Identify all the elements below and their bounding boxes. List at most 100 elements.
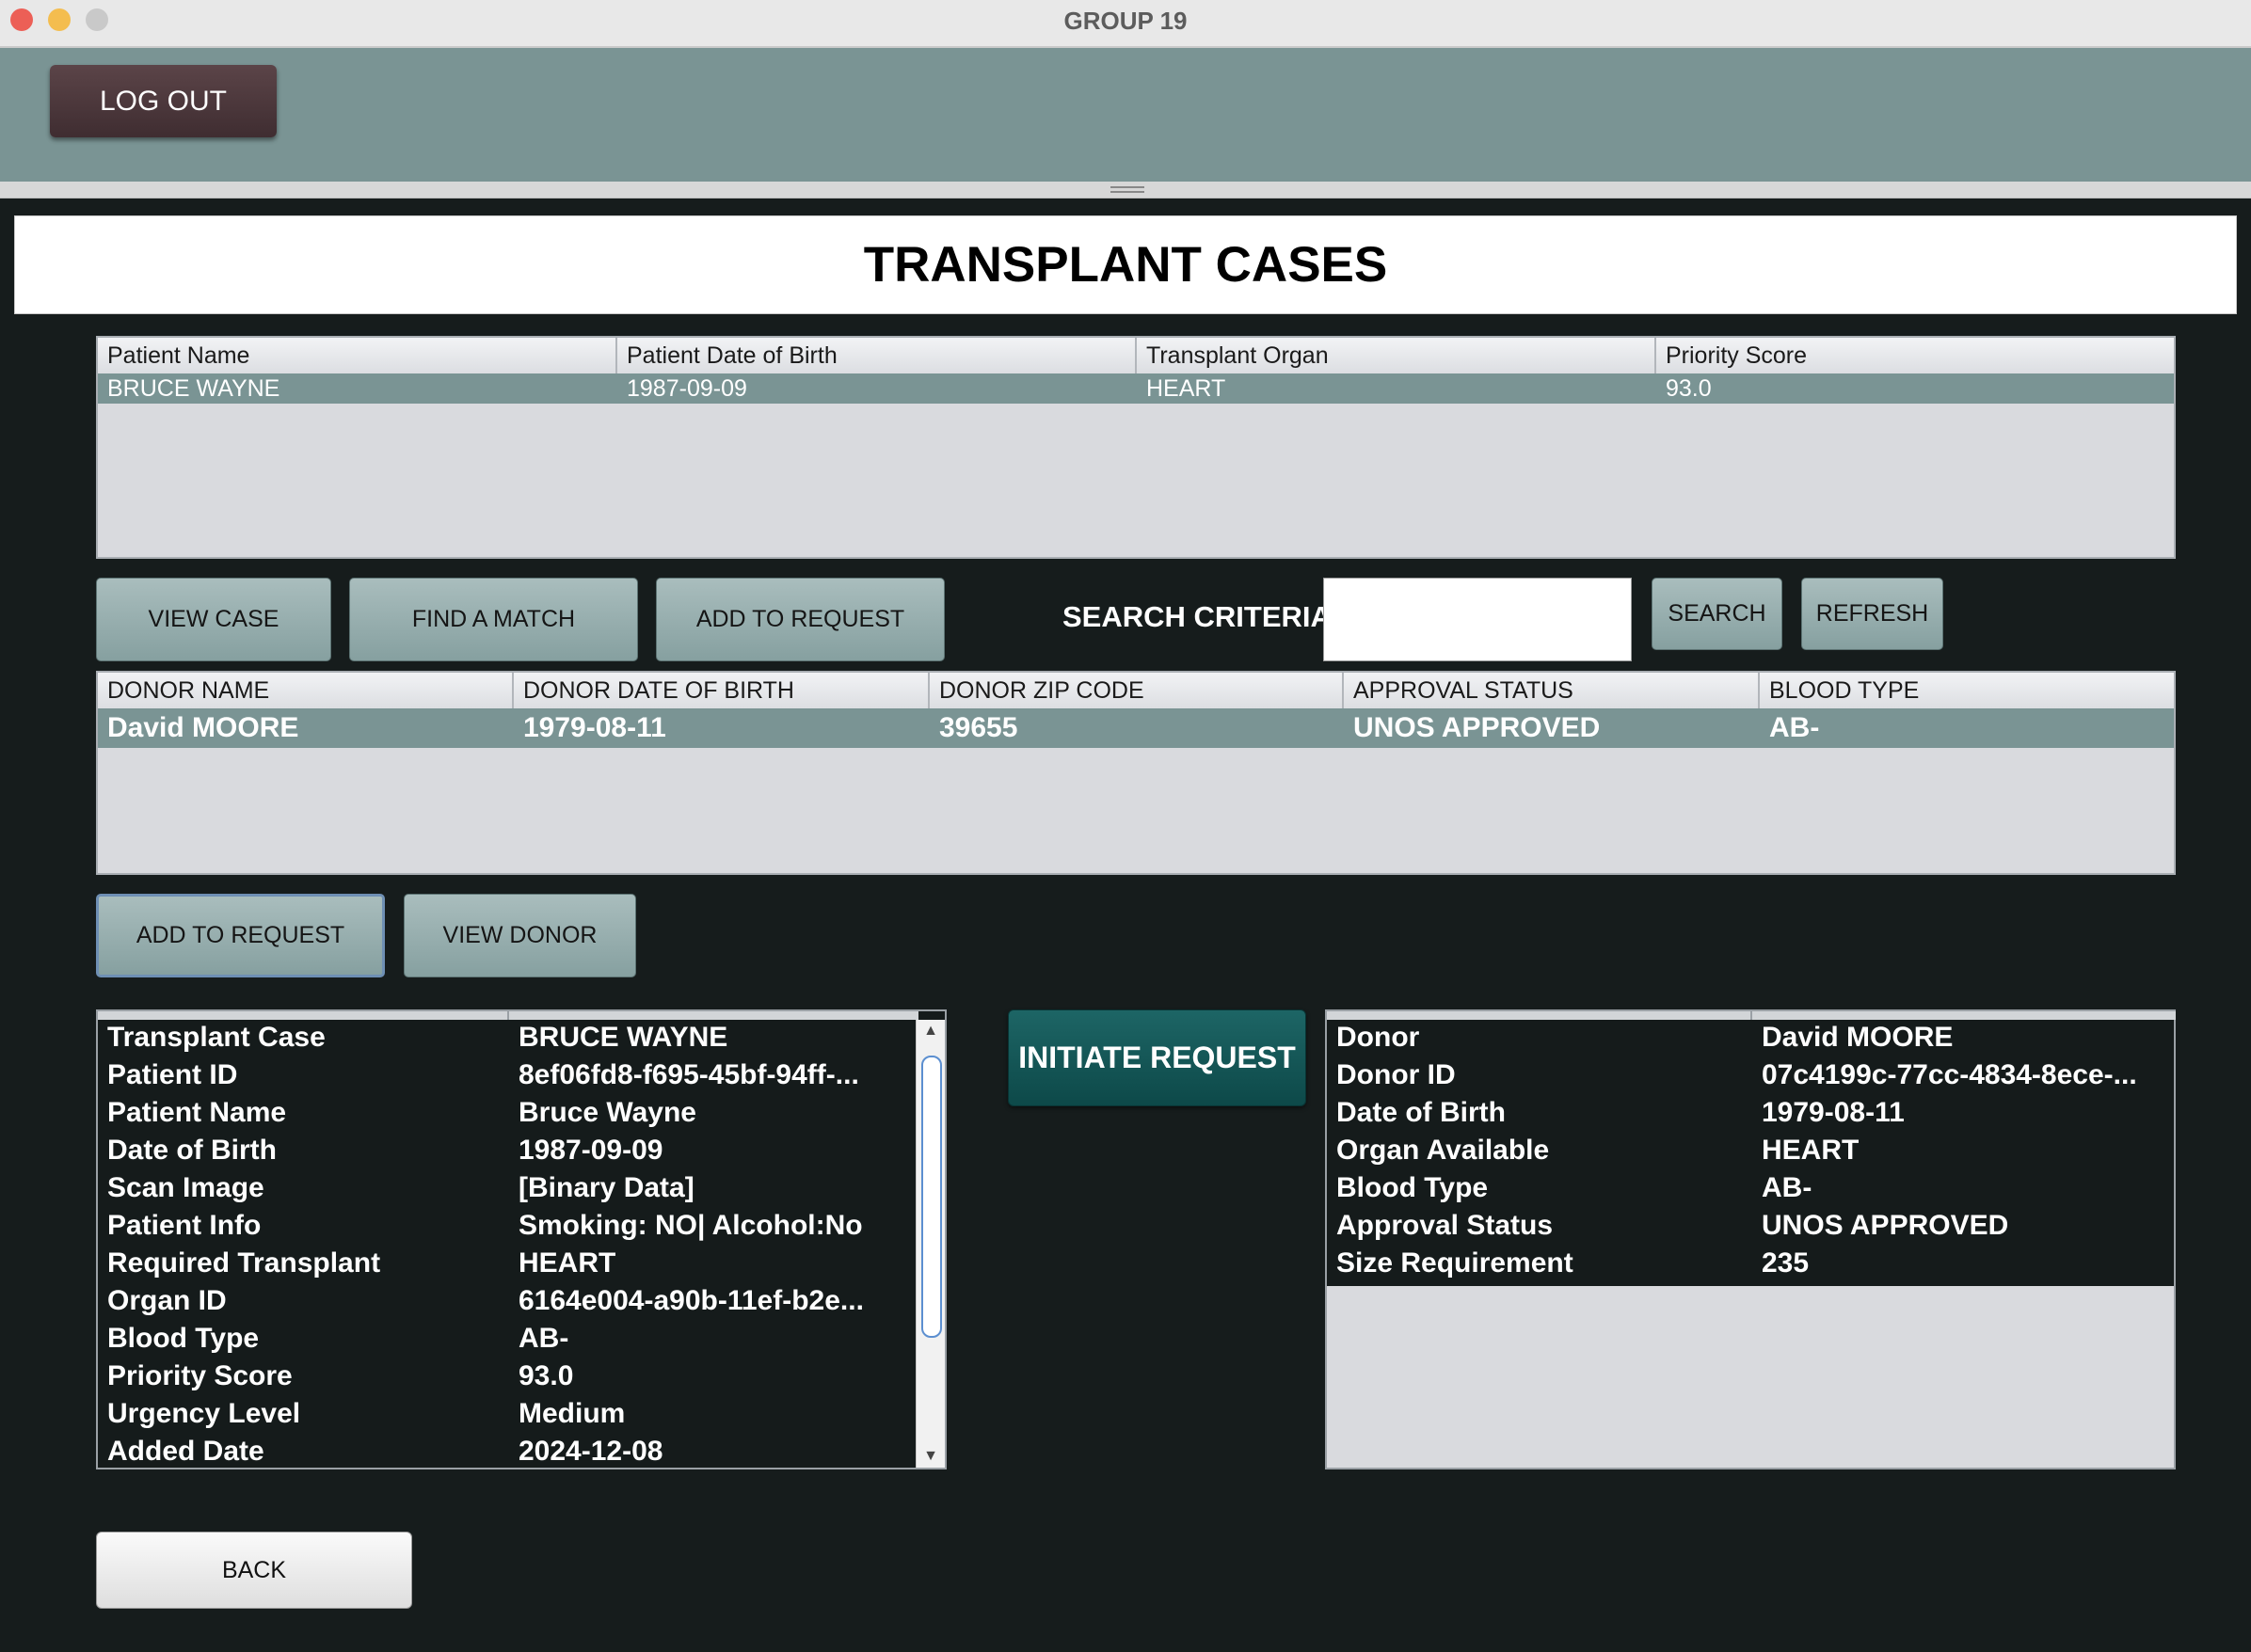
detail-key: Required Transplant — [107, 1247, 381, 1279]
detail-value: HEART — [1762, 1135, 1860, 1166]
details-header-col2 — [1752, 1011, 2176, 1020]
table-row[interactable]: BRUCE WAYNE 1987-09-09 HEART 93.0 — [98, 373, 2174, 404]
column-header-approval-status[interactable]: APPROVAL STATUS — [1344, 673, 1760, 708]
detail-row[interactable]: Organ Available HEART — [1327, 1133, 2174, 1170]
donor-table-header: DONOR NAME DONOR DATE OF BIRTH DONOR ZIP… — [98, 673, 2174, 709]
scrollbar-thumb[interactable] — [921, 1056, 942, 1338]
detail-value: Smoking: NO| Alcohol:No — [519, 1210, 863, 1241]
detail-key: Donor — [1336, 1022, 1420, 1053]
detail-value: 2024-12-08 — [519, 1436, 663, 1467]
page-title: TRANSPLANT CASES — [863, 237, 1388, 293]
column-header-blood-type[interactable]: BLOOD TYPE — [1760, 673, 2176, 708]
window-title: GROUP 19 — [1063, 7, 1188, 35]
detail-key: Scan Image — [107, 1172, 264, 1203]
detail-key: Date of Birth — [1336, 1097, 1506, 1128]
add-case-to-request-button[interactable]: ADD TO REQUEST — [656, 578, 945, 661]
detail-value: Bruce Wayne — [519, 1097, 696, 1128]
view-case-button[interactable]: VIEW CASE — [96, 578, 331, 661]
detail-value: 93.0 — [519, 1360, 574, 1391]
detail-row[interactable]: Priority Score 93.0 — [98, 1358, 945, 1396]
search-criteria-label: SEARCH CRITERIA — [1062, 600, 1332, 633]
cases-table-header: Patient Name Patient Date of Birth Trans… — [98, 338, 2174, 374]
column-header-donor-zip[interactable]: DONOR ZIP CODE — [930, 673, 1344, 708]
add-donor-to-request-button[interactable]: ADD TO REQUEST — [96, 894, 385, 977]
details-header-col2 — [509, 1011, 918, 1020]
donor-details-table[interactable]: Donor David MOORE Donor ID 07c4199c-77cc-48… — [1325, 1009, 2176, 1469]
donor-details-empty-area — [1327, 1286, 2174, 1468]
detail-row[interactable]: Patient Name Bruce Wayne — [98, 1095, 945, 1133]
detail-row[interactable]: Blood Type AB- — [1327, 1170, 2174, 1208]
cell-approval-status: UNOS APPROVED — [1353, 712, 1601, 743]
detail-value: 8ef06fd8-f695-45bf-94ff-... — [519, 1059, 859, 1090]
detail-value: 1979-08-11 — [1762, 1097, 1905, 1128]
table-row[interactable]: David MOORE 1979-08-11 39655 UNOS APPROV… — [98, 708, 2174, 748]
scroll-up-icon[interactable]: ▲ — [917, 1020, 945, 1042]
window-titlebar: GROUP 19 — [0, 0, 2251, 48]
detail-value: [Binary Data] — [519, 1172, 694, 1203]
detail-row[interactable]: Blood Type AB- — [98, 1321, 945, 1358]
case-details-scrollbar[interactable]: ▲ ▼ — [916, 1020, 945, 1468]
detail-key: Approval Status — [1336, 1210, 1554, 1241]
column-header-donor-dob[interactable]: DONOR DATE OF BIRTH — [514, 673, 930, 708]
detail-key: Organ Available — [1336, 1135, 1550, 1166]
detail-row[interactable]: Donor ID 07c4199c-77cc-4834-8ece-... — [1327, 1057, 2174, 1095]
back-button[interactable]: BACK — [96, 1532, 412, 1609]
detail-row[interactable]: Approval Status UNOS APPROVED — [1327, 1208, 2174, 1246]
donor-table[interactable]: DONOR NAME DONOR DATE OF BIRTH DONOR ZIP… — [96, 671, 2176, 875]
detail-key: Date of Birth — [107, 1135, 277, 1166]
detail-value: David MOORE — [1762, 1022, 1954, 1053]
column-header-priority-score[interactable]: Priority Score — [1656, 338, 2176, 373]
divider-grip-icon[interactable] — [1110, 186, 1144, 193]
detail-row[interactable]: Transplant Case BRUCE WAYNE — [98, 1020, 945, 1057]
detail-value: AB- — [519, 1323, 569, 1354]
column-header-donor-name[interactable]: DONOR NAME — [98, 673, 514, 708]
cases-table[interactable]: Patient Name Patient Date of Birth Trans… — [96, 336, 2176, 559]
detail-row[interactable]: Patient Info Smoking: NO| Alcohol:No — [98, 1208, 945, 1246]
detail-value: 07c4199c-77cc-4834-8ece-... — [1762, 1059, 2137, 1090]
search-input[interactable] — [1323, 578, 1632, 661]
logout-button[interactable]: LOG OUT — [50, 65, 277, 137]
detail-key: Size Requirement — [1336, 1247, 1573, 1279]
detail-row[interactable]: Size Requirement 235 — [1327, 1246, 2174, 1283]
detail-row[interactable]: Scan Image [Binary Data] — [98, 1170, 945, 1208]
column-header-patient-name[interactable]: Patient Name — [98, 338, 617, 373]
initiate-request-button[interactable]: INITIATE REQUEST — [1008, 1009, 1306, 1106]
detail-row[interactable]: Required Transplant HEART — [98, 1246, 945, 1283]
detail-key: Blood Type — [1336, 1172, 1489, 1203]
detail-value: 6164e004-a90b-11ef-b2e... — [519, 1285, 864, 1316]
detail-value: 235 — [1762, 1247, 1810, 1279]
case-details-table[interactable]: Transplant Case BRUCE WAYNE Patient ID 8ef0… — [96, 1009, 947, 1469]
detail-key: Added Date — [107, 1436, 264, 1467]
detail-key: Transplant Case — [107, 1022, 326, 1053]
column-header-transplant-organ[interactable]: Transplant Organ — [1137, 338, 1656, 373]
cell-transplant-organ: HEART — [1146, 374, 1226, 402]
cell-donor-name: David MOORE — [107, 712, 299, 743]
cell-blood-type: AB- — [1769, 712, 1820, 743]
detail-value: 1987-09-09 — [519, 1135, 663, 1166]
cell-donor-dob: 1979-08-11 — [523, 712, 666, 743]
detail-key: Patient ID — [107, 1059, 238, 1090]
column-header-patient-dob[interactable]: Patient Date of Birth — [617, 338, 1137, 373]
cell-patient-dob: 1987-09-09 — [627, 374, 747, 402]
detail-row[interactable]: Donor David MOORE — [1327, 1020, 2174, 1057]
detail-row[interactable]: Urgency Level Medium — [98, 1396, 945, 1434]
detail-value: UNOS APPROVED — [1762, 1210, 2009, 1241]
cell-donor-zip: 39655 — [939, 712, 1018, 743]
detail-value: Medium — [519, 1398, 626, 1429]
detail-row[interactable]: Patient ID 8ef06fd8-f695-45bf-94ff-... — [98, 1057, 945, 1095]
detail-row[interactable]: Organ ID 6164e004-a90b-11ef-b2e... — [98, 1283, 945, 1321]
detail-row[interactable]: Date of Birth 1979-08-11 — [1327, 1095, 2174, 1133]
search-button[interactable]: SEARCH — [1652, 578, 1782, 650]
view-donor-button[interactable]: VIEW DONOR — [404, 894, 636, 977]
refresh-button[interactable]: REFRESH — [1801, 578, 1943, 650]
detail-key: Patient Info — [107, 1210, 262, 1241]
detail-row[interactable]: Date of Birth 1987-09-09 — [98, 1133, 945, 1170]
detail-value: AB- — [1762, 1172, 1812, 1203]
find-match-button[interactable]: FIND A MATCH — [349, 578, 638, 661]
detail-row[interactable]: Added Date 2024-12-08 — [98, 1434, 945, 1471]
cell-patient-name: BRUCE WAYNE — [107, 374, 280, 402]
top-panel — [0, 48, 2251, 182]
detail-key: Organ ID — [107, 1285, 227, 1316]
scroll-down-icon[interactable]: ▼ — [917, 1445, 945, 1468]
heading-banner: TRANSPLANT CASES — [14, 215, 2237, 314]
